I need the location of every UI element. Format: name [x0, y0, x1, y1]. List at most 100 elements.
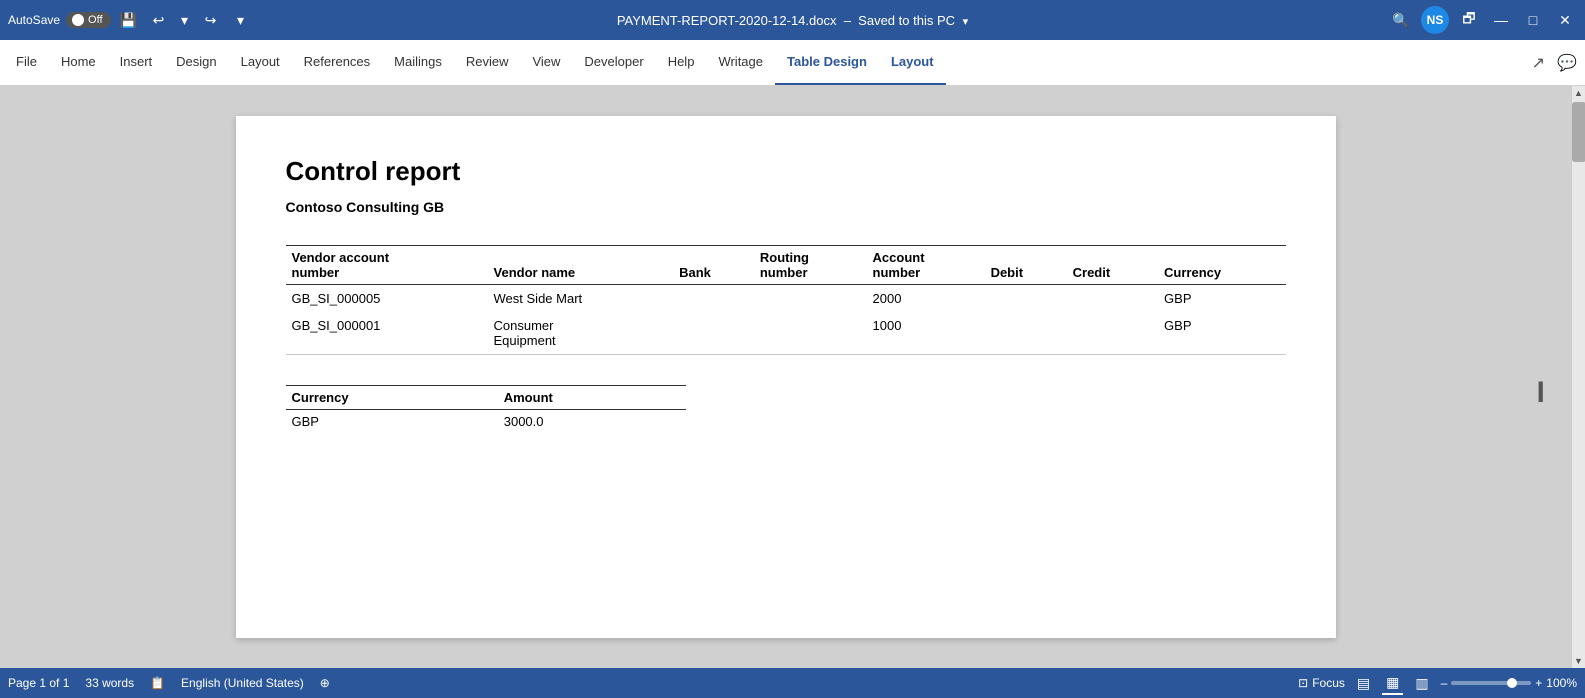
- cell-currency: GBP: [1158, 285, 1285, 313]
- page: Control report Contoso Consulting GB Ven…: [236, 116, 1336, 638]
- scroll-down-button[interactable]: ▼: [1572, 654, 1585, 668]
- autosave-label: AutoSave: [8, 13, 60, 27]
- cell-bank: [673, 312, 754, 355]
- document-area[interactable]: Control report Contoso Consulting GB Ven…: [0, 86, 1571, 668]
- scroll-thumb[interactable]: [1572, 102, 1585, 162]
- status-bar: Page 1 of 1 33 words 📋 English (United S…: [0, 668, 1585, 698]
- autosave-state: Off: [88, 14, 102, 26]
- save-icon[interactable]: 💾: [117, 8, 141, 32]
- saved-dropdown-icon[interactable]: ▾: [963, 16, 969, 28]
- tab-insert[interactable]: Insert: [108, 40, 165, 85]
- focus-button[interactable]: ⊡ Focus: [1298, 676, 1345, 690]
- maximize-button[interactable]: □: [1521, 8, 1545, 32]
- tab-developer[interactable]: Developer: [572, 40, 655, 85]
- tab-file[interactable]: File: [4, 40, 49, 85]
- cell-currency: GBP: [1158, 312, 1285, 355]
- tab-view[interactable]: View: [520, 40, 572, 85]
- focus-icon: ⊡: [1298, 676, 1308, 690]
- language-text: English (United States): [181, 676, 304, 690]
- cell-vendor-name: West Side Mart: [488, 285, 674, 313]
- tab-mailings[interactable]: Mailings: [382, 40, 454, 85]
- page-info-text: Page 1 of 1: [8, 676, 69, 690]
- summary-col-amount: Amount: [498, 386, 686, 410]
- share-icon[interactable]: ↗: [1528, 49, 1549, 77]
- cell-routing-number: [754, 285, 867, 313]
- document-subtitle: Contoso Consulting GB: [286, 199, 1286, 215]
- minimize-button[interactable]: —: [1489, 8, 1513, 32]
- print-layout-view-icon[interactable]: ▤: [1353, 673, 1374, 694]
- zoom-out-button[interactable]: –: [1441, 676, 1448, 690]
- col-credit: Credit: [1067, 246, 1158, 285]
- title-bar-left: AutoSave Off 💾 ↩ ▾ ↪ ▾: [8, 8, 400, 32]
- tab-help[interactable]: Help: [656, 40, 707, 85]
- zoom-in-button[interactable]: +: [1535, 676, 1542, 690]
- cell-vendor-name: ConsumerEquipment: [488, 312, 674, 355]
- focus-label: Focus: [1312, 676, 1345, 690]
- toggle-dot: [72, 14, 84, 26]
- accessibility-icon[interactable]: ⊕: [320, 676, 330, 690]
- cell-credit: [1067, 312, 1158, 355]
- undo-dropdown-icon[interactable]: ▾: [173, 8, 197, 32]
- read-mode-view-icon[interactable]: ▥: [1411, 673, 1432, 694]
- summary-cell-amount: 3000.0: [498, 410, 686, 434]
- zoom-control: – + 100%: [1441, 676, 1577, 690]
- tab-review[interactable]: Review: [454, 40, 521, 85]
- col-routing-number: Routingnumber: [754, 246, 867, 285]
- tab-writage[interactable]: Writage: [706, 40, 775, 85]
- col-bank: Bank: [673, 246, 754, 285]
- tab-layout2[interactable]: Layout: [879, 40, 946, 85]
- undo-redo-group: ↩ ▾ ↪: [147, 8, 223, 32]
- page-info: Page 1 of 1: [8, 676, 69, 690]
- ribbon-end-actions: ↗ 💬: [1528, 49, 1581, 77]
- search-icon[interactable]: 🔍: [1389, 8, 1413, 32]
- tab-design[interactable]: Design: [164, 40, 228, 85]
- cell-bank: [673, 285, 754, 313]
- redo-icon[interactable]: ↪: [199, 8, 223, 32]
- tab-table-design[interactable]: Table Design: [775, 40, 879, 85]
- cell-vendor-account: GB_SI_000005: [286, 285, 488, 313]
- summary-table: Currency Amount GBP 3000.0: [286, 385, 686, 433]
- text-cursor: 𝐈: [1536, 377, 1545, 410]
- summary-col-currency: Currency: [286, 386, 498, 410]
- cell-credit: [1067, 285, 1158, 313]
- vertical-scrollbar[interactable]: ▲ ▼: [1571, 86, 1585, 668]
- filename: PAYMENT-REPORT-2020-12-14.docx: [617, 13, 837, 28]
- cell-debit: [985, 285, 1067, 313]
- saved-status: Saved to this PC: [858, 13, 955, 28]
- cell-vendor-account: GB_SI_000001: [286, 312, 488, 355]
- proofing-icon[interactable]: 📋: [150, 676, 165, 690]
- cell-routing-number: [754, 312, 867, 355]
- autosave-toggle[interactable]: Off: [66, 12, 110, 28]
- zoom-level: 100%: [1546, 676, 1577, 690]
- title-bar-right: 🔍 NS 🗗 — □ ✕: [1185, 6, 1577, 34]
- main-area: Control report Contoso Consulting GB Ven…: [0, 86, 1585, 668]
- zoom-thumb: [1507, 678, 1517, 688]
- col-vendor-name: Vendor name: [488, 246, 674, 285]
- col-vendor-account: Vendor accountnumber: [286, 246, 488, 285]
- table-row: GB_SI_000005 West Side Mart 2000 GBP: [286, 285, 1286, 313]
- tab-layout[interactable]: Layout: [229, 40, 292, 85]
- word-count-text: 33 words: [85, 676, 134, 690]
- customize-qat-icon[interactable]: ▾: [229, 8, 253, 32]
- zoom-slider[interactable]: [1451, 681, 1531, 685]
- title-bar: AutoSave Off 💾 ↩ ▾ ↪ ▾ PAYMENT-REPORT-20…: [0, 0, 1585, 40]
- web-layout-view-icon[interactable]: ▦: [1382, 672, 1403, 695]
- cell-account-number: 1000: [867, 312, 985, 355]
- tab-home[interactable]: Home: [49, 40, 108, 85]
- document-title: Control report: [286, 156, 1286, 187]
- tab-references[interactable]: References: [292, 40, 382, 85]
- ribbon: File Home Insert Design Layout Reference…: [0, 40, 1585, 86]
- comments-icon[interactable]: 💬: [1553, 49, 1581, 77]
- restore-window-icon[interactable]: 🗗: [1457, 8, 1481, 32]
- document-title-bar: PAYMENT-REPORT-2020-12-14.docx – Saved t…: [400, 13, 1185, 28]
- undo-icon[interactable]: ↩: [147, 8, 171, 32]
- language[interactable]: English (United States): [181, 676, 304, 690]
- word-count: 33 words: [85, 676, 134, 690]
- close-button[interactable]: ✕: [1553, 8, 1577, 32]
- cell-account-number: 2000: [867, 285, 985, 313]
- col-debit: Debit: [985, 246, 1067, 285]
- avatar[interactable]: NS: [1421, 6, 1449, 34]
- col-account-number: Accountnumber: [867, 246, 985, 285]
- scroll-up-button[interactable]: ▲: [1572, 86, 1585, 100]
- summary-cell-currency: GBP: [286, 410, 498, 434]
